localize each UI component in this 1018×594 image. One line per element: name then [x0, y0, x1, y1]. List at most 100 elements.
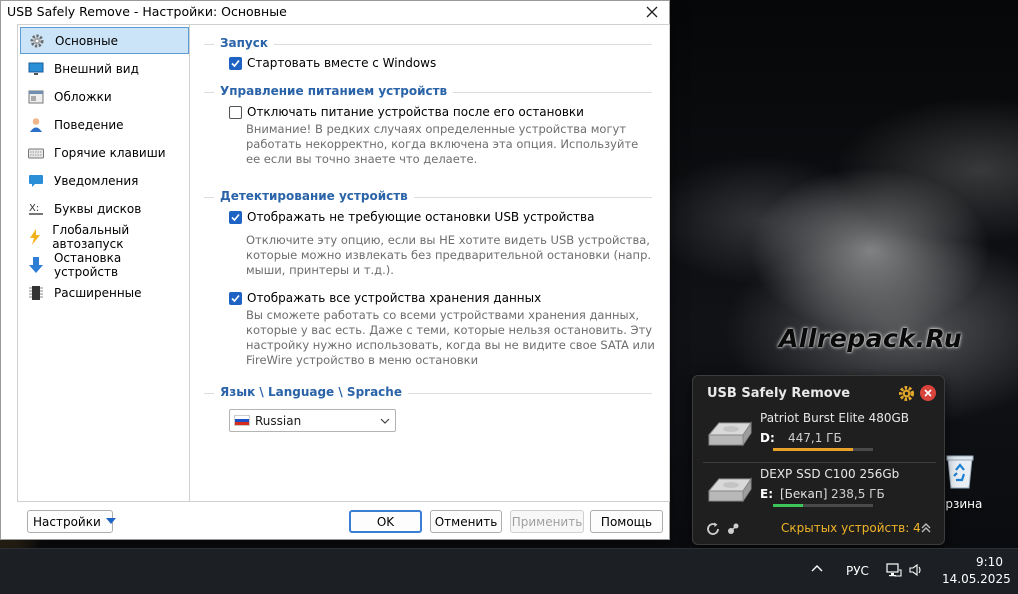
- apply-label: Применить: [511, 514, 583, 529]
- drive-letter: D:: [760, 431, 775, 445]
- watermark-text: Allrepack.Ru: [779, 324, 963, 353]
- recycle-bin-icon[interactable]: [940, 450, 980, 490]
- window-title: USB Safely Remove - Настройки: Основные: [7, 4, 287, 19]
- usage-bar: [773, 448, 873, 451]
- ok-label: OK: [376, 514, 395, 529]
- nav-item-label: Обложки: [54, 89, 112, 104]
- settings-menu-label: Настройки: [33, 514, 101, 529]
- nav-item-label: Поведение: [54, 117, 124, 132]
- nav-item-label: Остановка устройств: [53, 250, 122, 279]
- help-label: Помощь: [600, 514, 653, 529]
- nav-item-notifications[interactable]: Уведомления: [20, 167, 189, 194]
- device-item[interactable]: DEXP SSD C100 256Gb E: [Бекап] 238,5 ГБ: [701, 467, 939, 511]
- nav-item-autorun[interactable]: Глобальный автозапуск: [20, 222, 189, 251]
- popup-title: USB Safely Remove: [707, 386, 851, 401]
- russian-flag-icon: [234, 415, 250, 426]
- nav-item-skins[interactable]: Обложки: [20, 83, 189, 110]
- nav-item-label: Расширенные: [54, 285, 142, 300]
- chevron-down-icon: [380, 415, 390, 429]
- hidden-devices-link[interactable]: Скрытых устройств: 4: [781, 521, 921, 535]
- recycle-bin-label: орзина: [938, 497, 983, 511]
- drive-letter-icon: X:: [27, 201, 45, 217]
- drive-letter: E:: [760, 487, 773, 501]
- cancel-button[interactable]: Отменить: [430, 510, 502, 533]
- device-name: Patriot Burst Elite 480GB: [760, 411, 910, 425]
- cancel-label: Отменить: [434, 514, 498, 529]
- close-window-button[interactable]: [639, 1, 665, 23]
- device-item[interactable]: Patriot Burst Elite 480GB D: 447,1 ГБ: [701, 411, 939, 455]
- nav-item-general[interactable]: Основные: [20, 27, 189, 54]
- nav-item-label: Буквы дисков: [54, 201, 142, 216]
- svg-text:X:: X:: [29, 203, 39, 214]
- settings-content: Запуск Стартовать вместе с Windows Управ…: [190, 24, 670, 502]
- chip-icon: [27, 285, 45, 301]
- section-title: Детектирование устройств: [214, 189, 414, 203]
- apply-button[interactable]: Применить: [510, 510, 584, 533]
- section-title: Управление питанием устройств: [214, 84, 454, 98]
- checkbox-checked-icon: [229, 210, 242, 224]
- network-icon[interactable]: [886, 562, 902, 581]
- power-description: Внимание! В редких случаях определенные …: [246, 122, 639, 166]
- skin-icon: [27, 89, 45, 105]
- device-size: 447,1 ГБ: [788, 431, 842, 445]
- show-hidden-icons-chevron-icon[interactable]: [810, 562, 824, 579]
- section-power: Управление питанием устройств: [204, 84, 652, 98]
- gear-icon: [28, 33, 46, 49]
- nav-item-label: Горячие клавиши: [54, 145, 166, 160]
- help-button[interactable]: Помощь: [590, 510, 663, 533]
- devices-icon[interactable]: [726, 522, 740, 539]
- nav-item-label: Глобальный автозапуск: [52, 222, 130, 251]
- checkbox-checked-icon: [229, 56, 242, 70]
- show-nonstop-checkbox[interactable]: Отображать не требующие остановки USB ус…: [229, 210, 594, 224]
- gear-icon[interactable]: [898, 385, 915, 405]
- settings-menu-button[interactable]: Настройки: [27, 510, 116, 533]
- clock-time[interactable]: 9:10: [976, 555, 1003, 569]
- checkbox-label: Отображать не требующие остановки USB ус…: [247, 210, 595, 224]
- show-storage-checkbox[interactable]: Отображать все устройства хранения данны…: [229, 291, 541, 305]
- title-bar[interactable]: USB Safely Remove - Настройки: Основные: [1, 1, 669, 23]
- taskbar: РУС 9:10 14.05.2025: [0, 548, 1018, 594]
- close-icon: [646, 6, 658, 18]
- settings-window: USB Safely Remove - Настройки: Основные …: [0, 0, 670, 540]
- nav-item-appearance[interactable]: Внешний вид: [20, 55, 189, 82]
- nav-item-stop-devices[interactable]: Остановка устройств: [20, 250, 189, 279]
- section-detect: Детектирование устройств: [204, 189, 652, 203]
- checkbox-unchecked-icon: [229, 105, 242, 119]
- language-value: Russian: [255, 413, 302, 428]
- hard-drive-icon: [705, 473, 753, 507]
- power-off-checkbox[interactable]: Отключать питание устройства после его о…: [229, 105, 584, 119]
- nav-item-label: Основные: [55, 33, 119, 48]
- language-select[interactable]: Russian: [229, 409, 396, 432]
- person-icon: [27, 117, 45, 133]
- nav-item-label: Уведомления: [54, 173, 139, 188]
- show-nonstop-description: Отключите эту опцию, если вы НЕ хотите в…: [246, 233, 652, 277]
- checkbox-checked-icon: [229, 291, 242, 305]
- nav-item-hotkeys[interactable]: Горячие клавиши: [20, 139, 189, 166]
- usb-tray-popup: USB Safely Remove Patriot Burst Elite 48…: [692, 375, 945, 545]
- ok-button[interactable]: OK: [349, 510, 422, 533]
- nav-item-drive-letters[interactable]: X: Буквы дисков: [20, 195, 189, 222]
- checkbox-label: Стартовать вместе с Windows: [247, 56, 437, 70]
- device-name: DEXP SSD C100 256Gb: [760, 467, 900, 481]
- startup-checkbox[interactable]: Стартовать вместе с Windows: [229, 56, 436, 70]
- volume-icon[interactable]: [909, 562, 925, 581]
- monitor-icon: [27, 61, 45, 77]
- clock-date[interactable]: 14.05.2025: [942, 572, 1011, 586]
- nav-item-label: Внешний вид: [54, 61, 139, 76]
- caret-down-icon: [105, 518, 116, 525]
- section-language: Язык \ Language \ Sprache: [204, 385, 652, 399]
- section-title: Язык \ Language \ Sprache: [214, 385, 408, 399]
- down-arrow-icon: [27, 256, 45, 273]
- volume-label: [Бекап]: [780, 487, 828, 501]
- section-startup: Запуск: [204, 36, 652, 50]
- close-icon[interactable]: [920, 385, 936, 401]
- nav-item-behavior[interactable]: Поведение: [20, 111, 189, 138]
- language-indicator[interactable]: РУС: [846, 564, 869, 578]
- nav-item-advanced[interactable]: Расширенные: [20, 279, 189, 306]
- collapse-icon[interactable]: [920, 522, 932, 537]
- refresh-icon[interactable]: [706, 522, 720, 539]
- notification-icon: [27, 173, 45, 189]
- device-size: 238,5 ГБ: [831, 487, 885, 501]
- section-title: Запуск: [214, 36, 274, 50]
- keyboard-icon: [27, 145, 45, 161]
